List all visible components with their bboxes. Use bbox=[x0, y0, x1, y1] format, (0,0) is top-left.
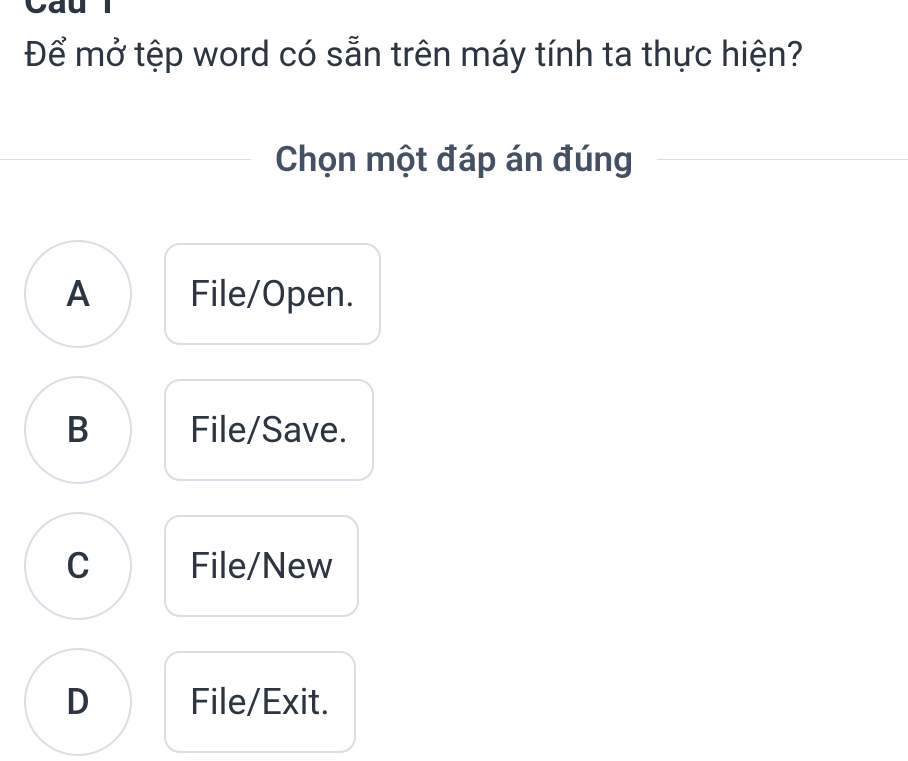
divider-left bbox=[0, 159, 251, 160]
option-answer-b[interactable]: File/Save. bbox=[164, 379, 374, 481]
question-text: Để mở tệp word có sẵn trên máy tính ta t… bbox=[24, 30, 884, 79]
option-letter-b[interactable]: B bbox=[24, 376, 132, 484]
option-row-a: A File/Open. bbox=[24, 240, 884, 348]
instruction-row: Chọn một đáp án đúng bbox=[0, 139, 908, 180]
instruction-text: Chọn một đáp án đúng bbox=[251, 139, 657, 180]
option-answer-c[interactable]: File/New bbox=[164, 515, 359, 617]
option-letter-a[interactable]: A bbox=[24, 240, 132, 348]
divider-right bbox=[657, 159, 908, 160]
question-number: Câu 1 bbox=[24, 0, 884, 22]
option-row-c: C File/New bbox=[24, 512, 884, 620]
option-letter-c[interactable]: C bbox=[24, 512, 132, 620]
option-row-d: D File/Exit. bbox=[24, 648, 884, 756]
option-letter-d[interactable]: D bbox=[24, 648, 132, 756]
option-answer-a[interactable]: File/Open. bbox=[164, 243, 381, 345]
options-list: A File/Open. B File/Save. C File/New D F… bbox=[0, 240, 908, 756]
option-answer-d[interactable]: File/Exit. bbox=[164, 651, 356, 753]
question-header: Câu 1 Để mở tệp word có sẵn trên máy tín… bbox=[0, 0, 908, 79]
option-row-b: B File/Save. bbox=[24, 376, 884, 484]
